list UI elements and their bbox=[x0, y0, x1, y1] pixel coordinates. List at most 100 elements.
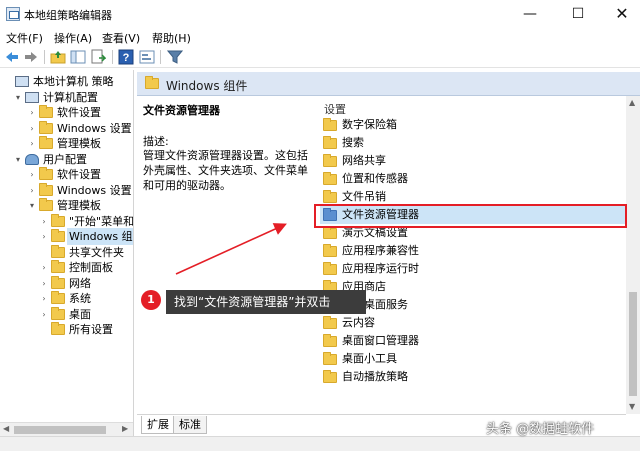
list-item[interactable]: 自动播放策略 bbox=[320, 368, 636, 386]
expand-icon[interactable]: › bbox=[40, 306, 48, 323]
highlight-box bbox=[314, 204, 627, 228]
folder-icon bbox=[323, 316, 337, 329]
show-tree-icon[interactable] bbox=[70, 49, 86, 65]
description-label: 描述: bbox=[143, 135, 169, 148]
maximize-button[interactable]: ☐ bbox=[556, 2, 600, 26]
computer-icon bbox=[25, 91, 39, 103]
collapse-icon[interactable]: ▾ bbox=[28, 197, 36, 214]
folder-icon bbox=[323, 154, 337, 167]
list-item[interactable]: 搜索 bbox=[320, 134, 636, 152]
tree-item[interactable]: › "开始"菜单和任 bbox=[0, 213, 133, 230]
expand-icon[interactable]: › bbox=[28, 135, 36, 152]
minimize-button[interactable]: — bbox=[508, 2, 552, 26]
list-item[interactable]: 桌面窗口管理器 bbox=[320, 332, 636, 350]
list-item[interactable]: 网络共享 bbox=[320, 152, 636, 170]
list-item[interactable]: 远程桌面服务 bbox=[320, 296, 636, 314]
tree-item[interactable]: › Windows 设置 bbox=[0, 120, 133, 137]
tree-horizontal-scrollbar[interactable]: ◀ ▶ bbox=[0, 422, 133, 436]
list-item[interactable]: 应用商店 bbox=[320, 278, 636, 296]
expand-icon[interactable]: › bbox=[40, 259, 48, 276]
toolbar: ? bbox=[0, 46, 640, 68]
back-arrow-icon[interactable] bbox=[4, 49, 20, 65]
folder-icon bbox=[323, 334, 337, 347]
scroll-down-icon[interactable]: ▼ bbox=[629, 402, 635, 411]
scroll-up-icon[interactable]: ▲ bbox=[629, 98, 635, 107]
expand-icon[interactable]: › bbox=[40, 275, 48, 292]
tree-item-label: 控制面板 bbox=[69, 261, 113, 274]
folder-icon bbox=[39, 136, 53, 149]
list-item-label: 应用程序运行时 bbox=[342, 262, 419, 275]
collapse-icon[interactable]: ▾ bbox=[14, 89, 22, 106]
folder-icon bbox=[323, 190, 337, 203]
menu-help[interactable]: 帮助(H) bbox=[152, 30, 191, 46]
tree-item[interactable]: › 软件设置 bbox=[0, 166, 133, 183]
filter-icon[interactable] bbox=[167, 49, 183, 65]
tree-item[interactable]: › 网络 bbox=[0, 275, 133, 292]
tree-item[interactable]: 本地计算机 策略 bbox=[0, 73, 133, 90]
status-bar bbox=[0, 436, 640, 451]
tree-item[interactable]: 共享文件夹 bbox=[0, 244, 133, 261]
list-item[interactable]: 云内容 bbox=[320, 314, 636, 332]
tree-item[interactable]: › Windows 设置 bbox=[0, 182, 133, 199]
tree-item[interactable]: 所有设置 bbox=[0, 321, 133, 338]
tree-item[interactable]: ▾ 管理模板 bbox=[0, 197, 133, 214]
folder-icon bbox=[323, 244, 337, 257]
expand-icon[interactable]: › bbox=[40, 228, 48, 245]
properties-icon[interactable] bbox=[139, 49, 155, 65]
vertical-scrollbar[interactable]: ▲ ▼ bbox=[626, 96, 640, 414]
tree-item-label: 所有设置 bbox=[69, 323, 113, 336]
tab-standard[interactable]: 标准 bbox=[173, 416, 207, 434]
menu-action[interactable]: 操作(A) bbox=[54, 30, 92, 46]
scroll-left-icon[interactable]: ◀ bbox=[3, 424, 9, 433]
list-item-label: 网络共享 bbox=[342, 154, 386, 167]
tree-item[interactable]: › 管理模板 bbox=[0, 135, 133, 152]
tab-extended[interactable]: 扩展 bbox=[141, 416, 175, 434]
expand-icon[interactable]: › bbox=[28, 120, 36, 137]
forward-arrow-icon[interactable] bbox=[23, 49, 39, 65]
tree-item-label: 桌面 bbox=[69, 307, 91, 321]
tree-item[interactable]: › 桌面 bbox=[0, 306, 133, 323]
tree-item-label: 计算机配置 bbox=[43, 90, 98, 104]
window-title: 本地组策略编辑器 bbox=[24, 9, 112, 22]
tree-item[interactable]: › Windows 组件 bbox=[0, 228, 133, 245]
tree-item[interactable]: › 控制面板 bbox=[0, 259, 133, 276]
tree-item-label: 管理模板 bbox=[57, 199, 101, 212]
close-button[interactable]: ✕ bbox=[600, 2, 640, 26]
scroll-thumb[interactable] bbox=[14, 426, 106, 434]
list-item-label: 桌面小工具 bbox=[342, 352, 397, 365]
expand-icon[interactable]: › bbox=[40, 290, 48, 307]
column-header-setting[interactable]: 设置 bbox=[324, 101, 346, 117]
list-item[interactable]: 应用程序兼容性 bbox=[320, 242, 636, 260]
menu-file[interactable]: 文件(F) bbox=[6, 30, 43, 46]
list-item[interactable]: 位置和传感器 bbox=[320, 170, 636, 188]
menu-view[interactable]: 查看(V) bbox=[102, 30, 140, 46]
list-item-label: 搜索 bbox=[342, 136, 364, 149]
up-folder-icon[interactable] bbox=[50, 49, 66, 65]
expand-icon[interactable]: › bbox=[40, 213, 48, 230]
folder-icon bbox=[323, 352, 337, 365]
pane-header-title: Windows 组件 bbox=[166, 79, 248, 93]
scroll-thumb[interactable] bbox=[629, 292, 637, 396]
export-list-icon[interactable] bbox=[90, 49, 106, 65]
collapse-icon[interactable]: ▾ bbox=[14, 151, 22, 168]
tree-item-label: 软件设置 bbox=[57, 106, 101, 119]
tree-pane[interactable]: ◀ ▶ 本地计算机 策略 ▾ 计算机配置 › 软件设置 › Windows 设置 › 管理模板 ▾… bbox=[0, 70, 134, 436]
expand-icon[interactable]: › bbox=[28, 182, 36, 199]
help-icon[interactable]: ? bbox=[118, 49, 134, 65]
tree-item-label: 系统 bbox=[69, 292, 91, 305]
tree-item[interactable]: › 系统 bbox=[0, 290, 133, 307]
list-item-label: 位置和传感器 bbox=[342, 172, 408, 185]
list-item[interactable]: 应用程序运行时 bbox=[320, 260, 636, 278]
tree-item-label: 网络 bbox=[69, 276, 91, 290]
folder-icon bbox=[323, 172, 337, 185]
tree-item[interactable]: ▾ 计算机配置 bbox=[0, 89, 133, 106]
scroll-right-icon[interactable]: ▶ bbox=[122, 424, 128, 433]
expand-icon[interactable]: › bbox=[28, 104, 36, 121]
list-item[interactable]: 数字保险箱 bbox=[320, 116, 636, 134]
watermark: 头条 @数据蛙软件 bbox=[486, 422, 595, 437]
tree-item[interactable]: ▾ 用户配置 bbox=[0, 151, 133, 168]
list-item[interactable]: 桌面小工具 bbox=[320, 350, 636, 368]
expand-icon[interactable]: › bbox=[28, 166, 36, 183]
tree-item[interactable]: › 软件设置 bbox=[0, 104, 133, 121]
folder-icon bbox=[39, 105, 53, 118]
